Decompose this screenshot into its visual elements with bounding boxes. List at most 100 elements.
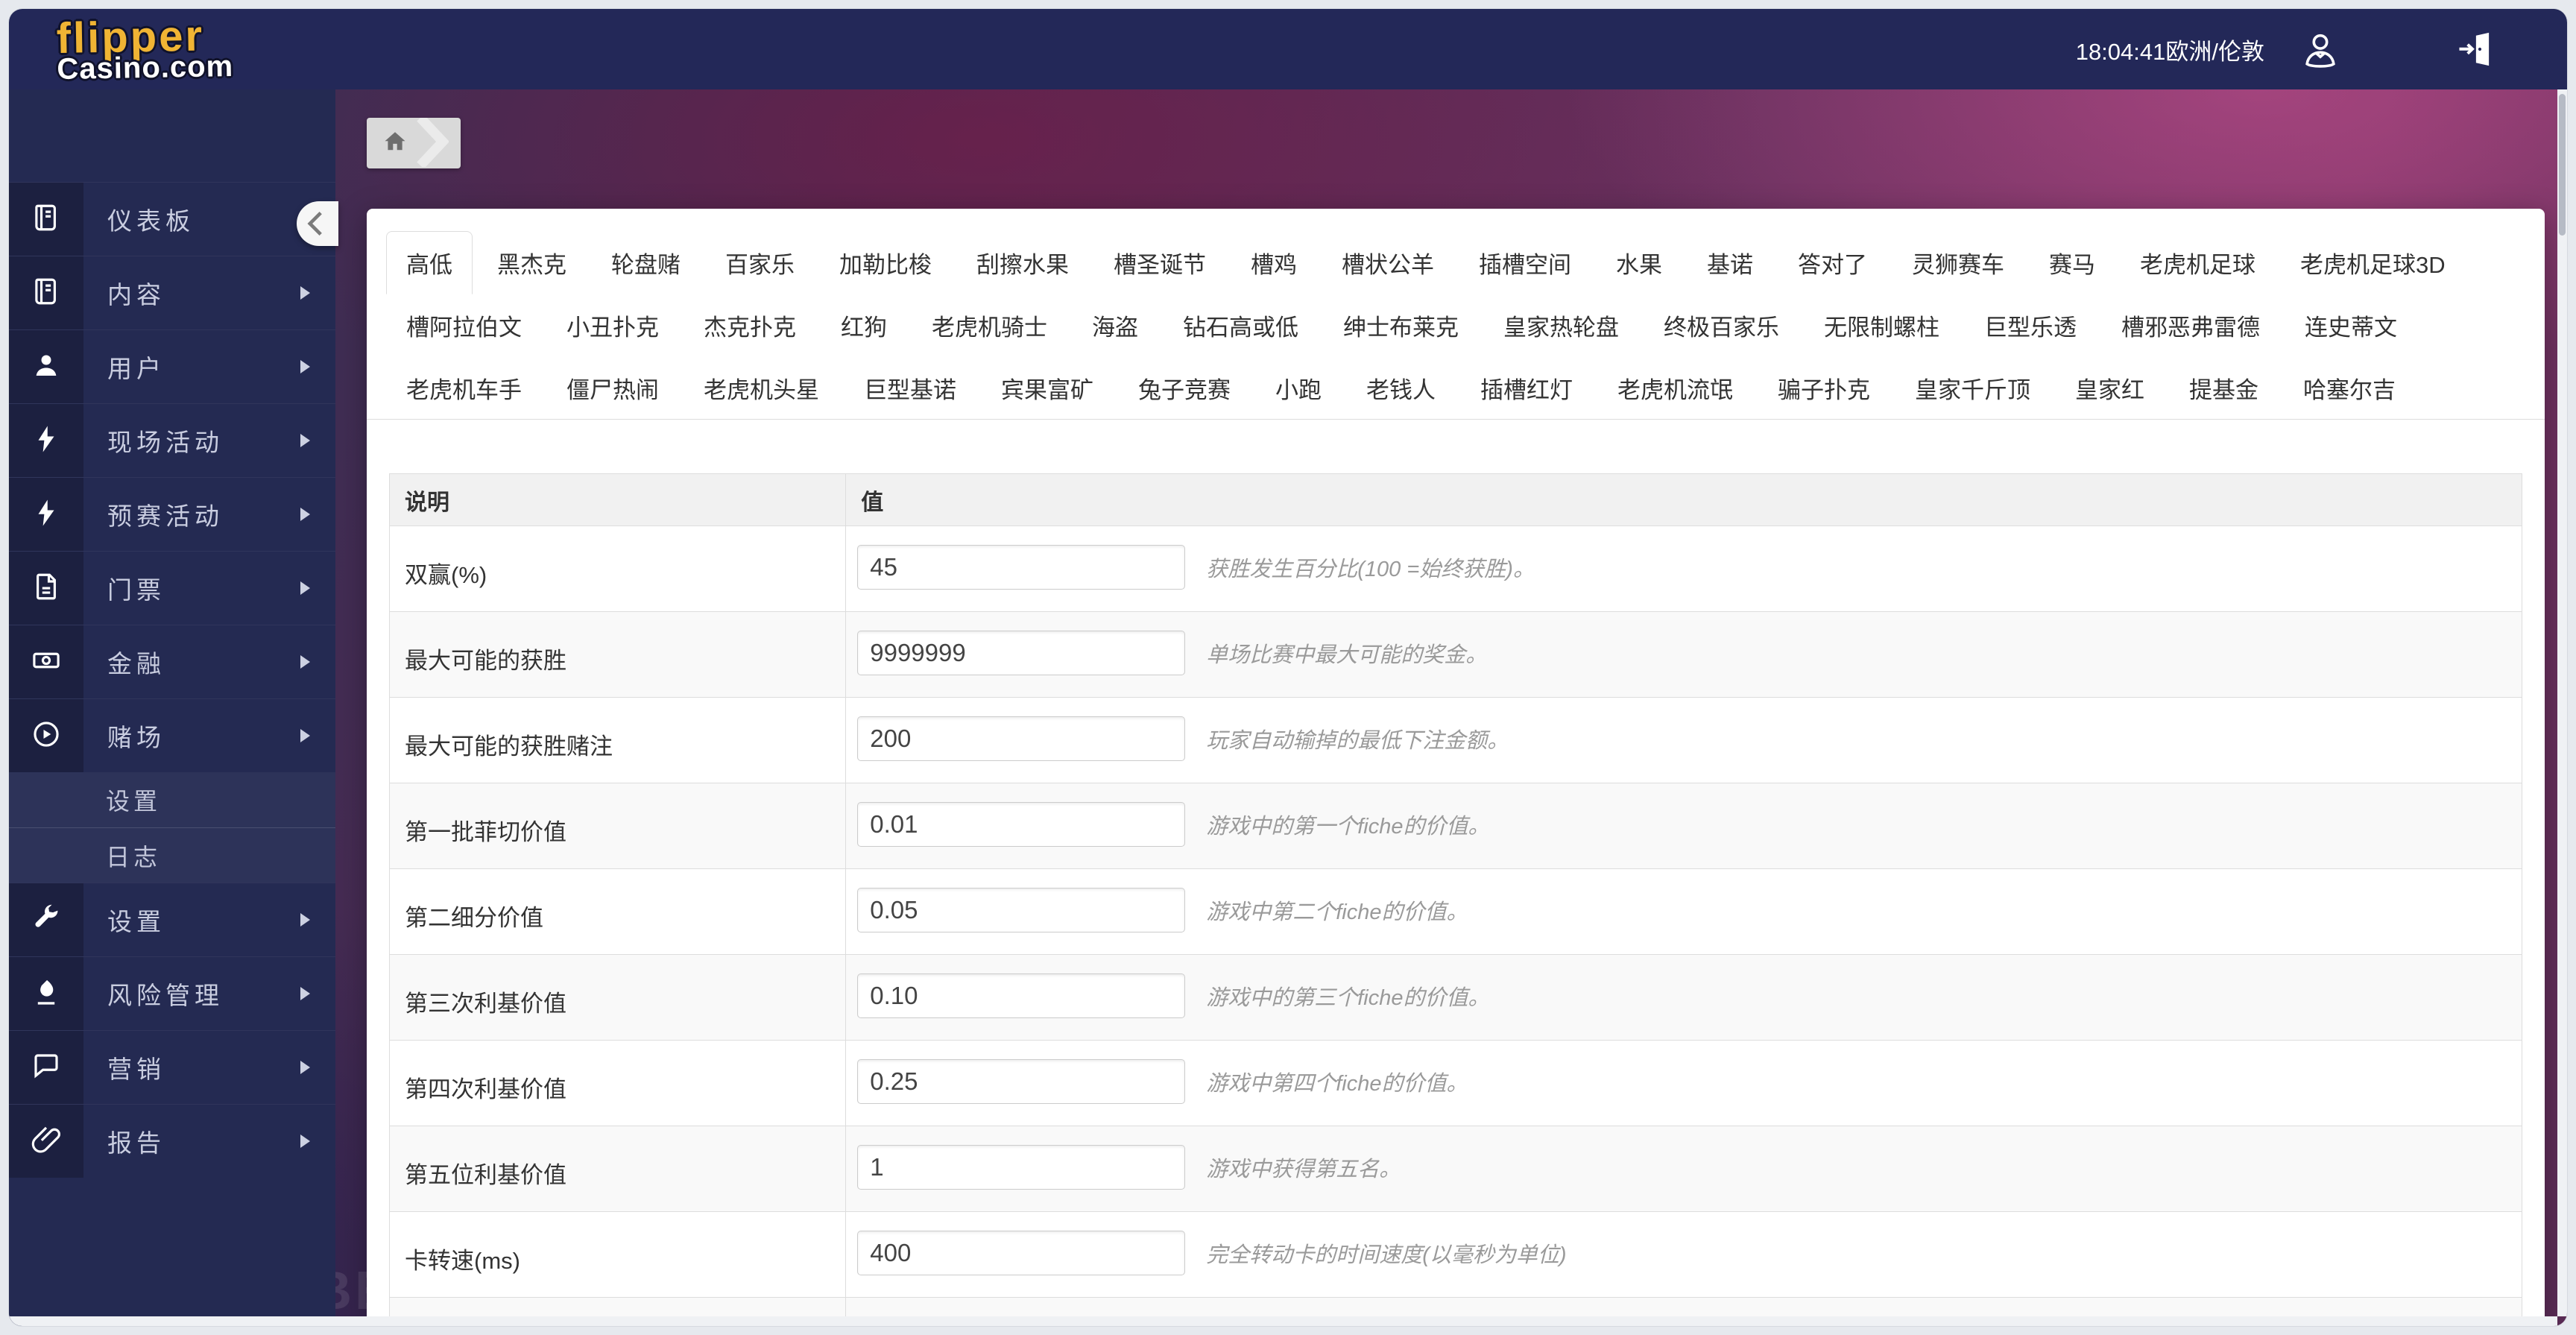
chevron-right-icon [300,987,310,1000]
tab-老钱人[interactable]: 老钱人 [1346,356,1456,420]
sidebar-item-风险管理[interactable]: 风险管理 [9,956,335,1030]
setting-hint: 获胜发生百分比(100 =始终获胜)。 [1206,558,1535,581]
sidebar-item-赌场[interactable]: 赌场 [9,698,335,772]
tab-老虎机头星[interactable]: 老虎机头星 [684,356,839,420]
setting-value-input[interactable] [857,1059,1186,1104]
tab-槽阿拉伯文[interactable]: 槽阿拉伯文 [386,294,542,357]
setting-row: 第三次利基价值 游戏中的第三个fiche的价值。 [389,954,2522,1041]
setting-row: 卡转速(ms) 完全转动卡的时间速度(以毫秒为单位) [389,1211,2522,1298]
bolt-icon [31,423,62,458]
setting-row: 最大可能的获胜 单场比赛中最大可能的奖金。 [389,611,2522,698]
tab-老虎机流氓[interactable]: 老虎机流氓 [1597,356,1753,420]
breadcrumb[interactable] [367,118,461,168]
tab-连史蒂文[interactable]: 连史蒂文 [2285,294,2417,357]
tab-皇家千斤顶[interactable]: 皇家千斤顶 [1895,356,2051,420]
sidebar-menu: 仪表板 内容 用户 现场活动 预赛活动 门票 金融 赌场 设置 日志 设置 风险… [9,182,335,1178]
sidebar-item-报告[interactable]: 报告 [9,1104,335,1178]
tab-水果[interactable]: 水果 [1596,231,1682,294]
sidebar-item-用户[interactable]: 用户 [9,329,335,403]
setting-value-input[interactable] [857,1145,1186,1190]
tab-巨型乐透[interactable]: 巨型乐透 [1964,294,2097,357]
sidebar-collapse-button[interactable] [297,201,338,246]
sidebar-item-营销[interactable]: 营销 [9,1030,335,1104]
vertical-scrollbar[interactable] [2557,89,2567,1316]
setting-hint: 游戏中的第一个fiche的价值。 [1206,815,1490,839]
logout-icon[interactable] [2454,28,2496,70]
tab-插槽空间[interactable]: 插槽空间 [1459,231,1591,294]
setting-row: 第五位利基价值 游戏中获得第五名。 [389,1126,2522,1212]
tab-刮擦水果[interactable]: 刮擦水果 [956,231,1089,294]
tab-宾果富矿[interactable]: 宾果富矿 [981,356,1114,420]
chevron-right-icon [300,655,310,669]
tab-骗子扑克[interactable]: 骗子扑克 [1758,356,1890,420]
setting-value-input[interactable] [857,973,1186,1018]
header-right: 18:04:41欧洲/伦敦 [2076,28,2496,71]
chevron-right-icon [300,581,310,595]
tab-槽圣诞节[interactable]: 槽圣诞节 [1093,231,1226,294]
setting-label: 第五位利基价值 [389,1126,847,1212]
brand-logo-bottom: Casino.com [57,49,234,86]
setting-label: 第二细分价值 [389,868,847,955]
tab-百家乐[interactable]: 百家乐 [705,231,815,294]
sidebar-item-预赛活动[interactable]: 预赛活动 [9,477,335,551]
tab-答对了[interactable]: 答对了 [1778,231,1887,294]
wrench-icon [31,903,62,938]
tab-哈塞尔吉[interactable]: 哈塞尔吉 [2283,356,2416,420]
tab-巨型基诺[interactable]: 巨型基诺 [844,356,976,420]
setting-value-input[interactable] [857,716,1186,761]
tab-皇家红[interactable]: 皇家红 [2055,356,2165,420]
tab-槽鸡[interactable]: 槽鸡 [1231,231,1317,294]
tab-老虎机足球[interactable]: 老虎机足球 [2120,231,2276,294]
setting-hint: 完全转动卡的时间速度(以毫秒为单位) [1206,1243,1567,1267]
user-avatar-icon[interactable] [2299,28,2342,71]
sidebar-item-设置[interactable]: 设置 [9,883,335,956]
sidebar-item-现场活动[interactable]: 现场活动 [9,403,335,477]
tab-高低[interactable]: 高低 [386,231,473,294]
sidebar-item-内容[interactable]: 内容 [9,256,335,329]
setting-value-input[interactable] [857,631,1186,675]
setting-value-input[interactable] [857,1231,1186,1275]
tab-提基金[interactable]: 提基金 [2169,356,2279,420]
tab-槽邪恶弗雷德[interactable]: 槽邪恶弗雷德 [2101,294,2280,357]
sidebar-item-金融[interactable]: 金融 [9,625,335,698]
sidebar-subitem-日志[interactable]: 日志 [9,827,335,883]
tab-灵狮赛车[interactable]: 灵狮赛车 [1892,231,2024,294]
tab-海盗[interactable]: 海盗 [1072,294,1158,357]
browser-window: flipper Casino.com 18:04:41欧洲/伦敦 BE 仪表板 … [9,9,2567,1326]
tab-绅士布莱克[interactable]: 绅士布莱克 [1323,294,1479,357]
tab-基诺[interactable]: 基诺 [1687,231,1773,294]
setting-label: 第一批菲切价值 [389,783,847,869]
tab-插槽红灯[interactable]: 插槽红灯 [1460,356,1593,420]
setting-value-input[interactable] [857,802,1186,847]
sidebar-subitem-设置[interactable]: 设置 [9,772,335,827]
chevron-right-icon [300,508,310,521]
setting-value-input[interactable] [857,545,1186,590]
tab-加勒比梭[interactable]: 加勒比梭 [819,231,952,294]
setting-value-input[interactable] [857,888,1186,932]
scrollbar-thumb[interactable] [2559,94,2566,236]
tab-终极百家乐[interactable]: 终极百家乐 [1644,294,1799,357]
tab-轮盘赌[interactable]: 轮盘赌 [591,231,701,294]
user-icon [31,350,62,385]
tab-老虎机足球3D[interactable]: 老虎机足球3D [2280,231,2466,294]
sidebar-item-门票[interactable]: 门票 [9,551,335,625]
brand-logo[interactable]: flipper Casino.com [56,12,234,86]
tab-钻石高或低[interactable]: 钻石高或低 [1163,294,1319,357]
tab-杰克扑克[interactable]: 杰克扑克 [684,294,816,357]
tab-无限制螺柱[interactable]: 无限制螺柱 [1804,294,1960,357]
tab-皇家热轮盘[interactable]: 皇家热轮盘 [1483,294,1639,357]
tab-小跑[interactable]: 小跑 [1255,356,1342,420]
chevron-right-icon [300,360,310,373]
sidebar-item-仪表板[interactable]: 仪表板 [9,182,335,256]
tab-老虎机车手[interactable]: 老虎机车手 [386,356,542,420]
tab-槽状公羊[interactable]: 槽状公羊 [1322,231,1454,294]
tab-僵尸热闹[interactable]: 僵尸热闹 [546,356,679,420]
tab-老虎机骑士[interactable]: 老虎机骑士 [912,294,1067,357]
tab-小丑扑克[interactable]: 小丑扑克 [546,294,679,357]
tab-兔子竞赛[interactable]: 兔子竞赛 [1118,356,1251,420]
tab-红狗[interactable]: 红狗 [821,294,907,357]
setting-label: 卡转速(ms) [389,1211,847,1298]
column-header-description: 说明 [388,473,847,526]
tab-黑杰克[interactable]: 黑杰克 [477,231,587,294]
tab-赛马[interactable]: 赛马 [2029,231,2115,294]
